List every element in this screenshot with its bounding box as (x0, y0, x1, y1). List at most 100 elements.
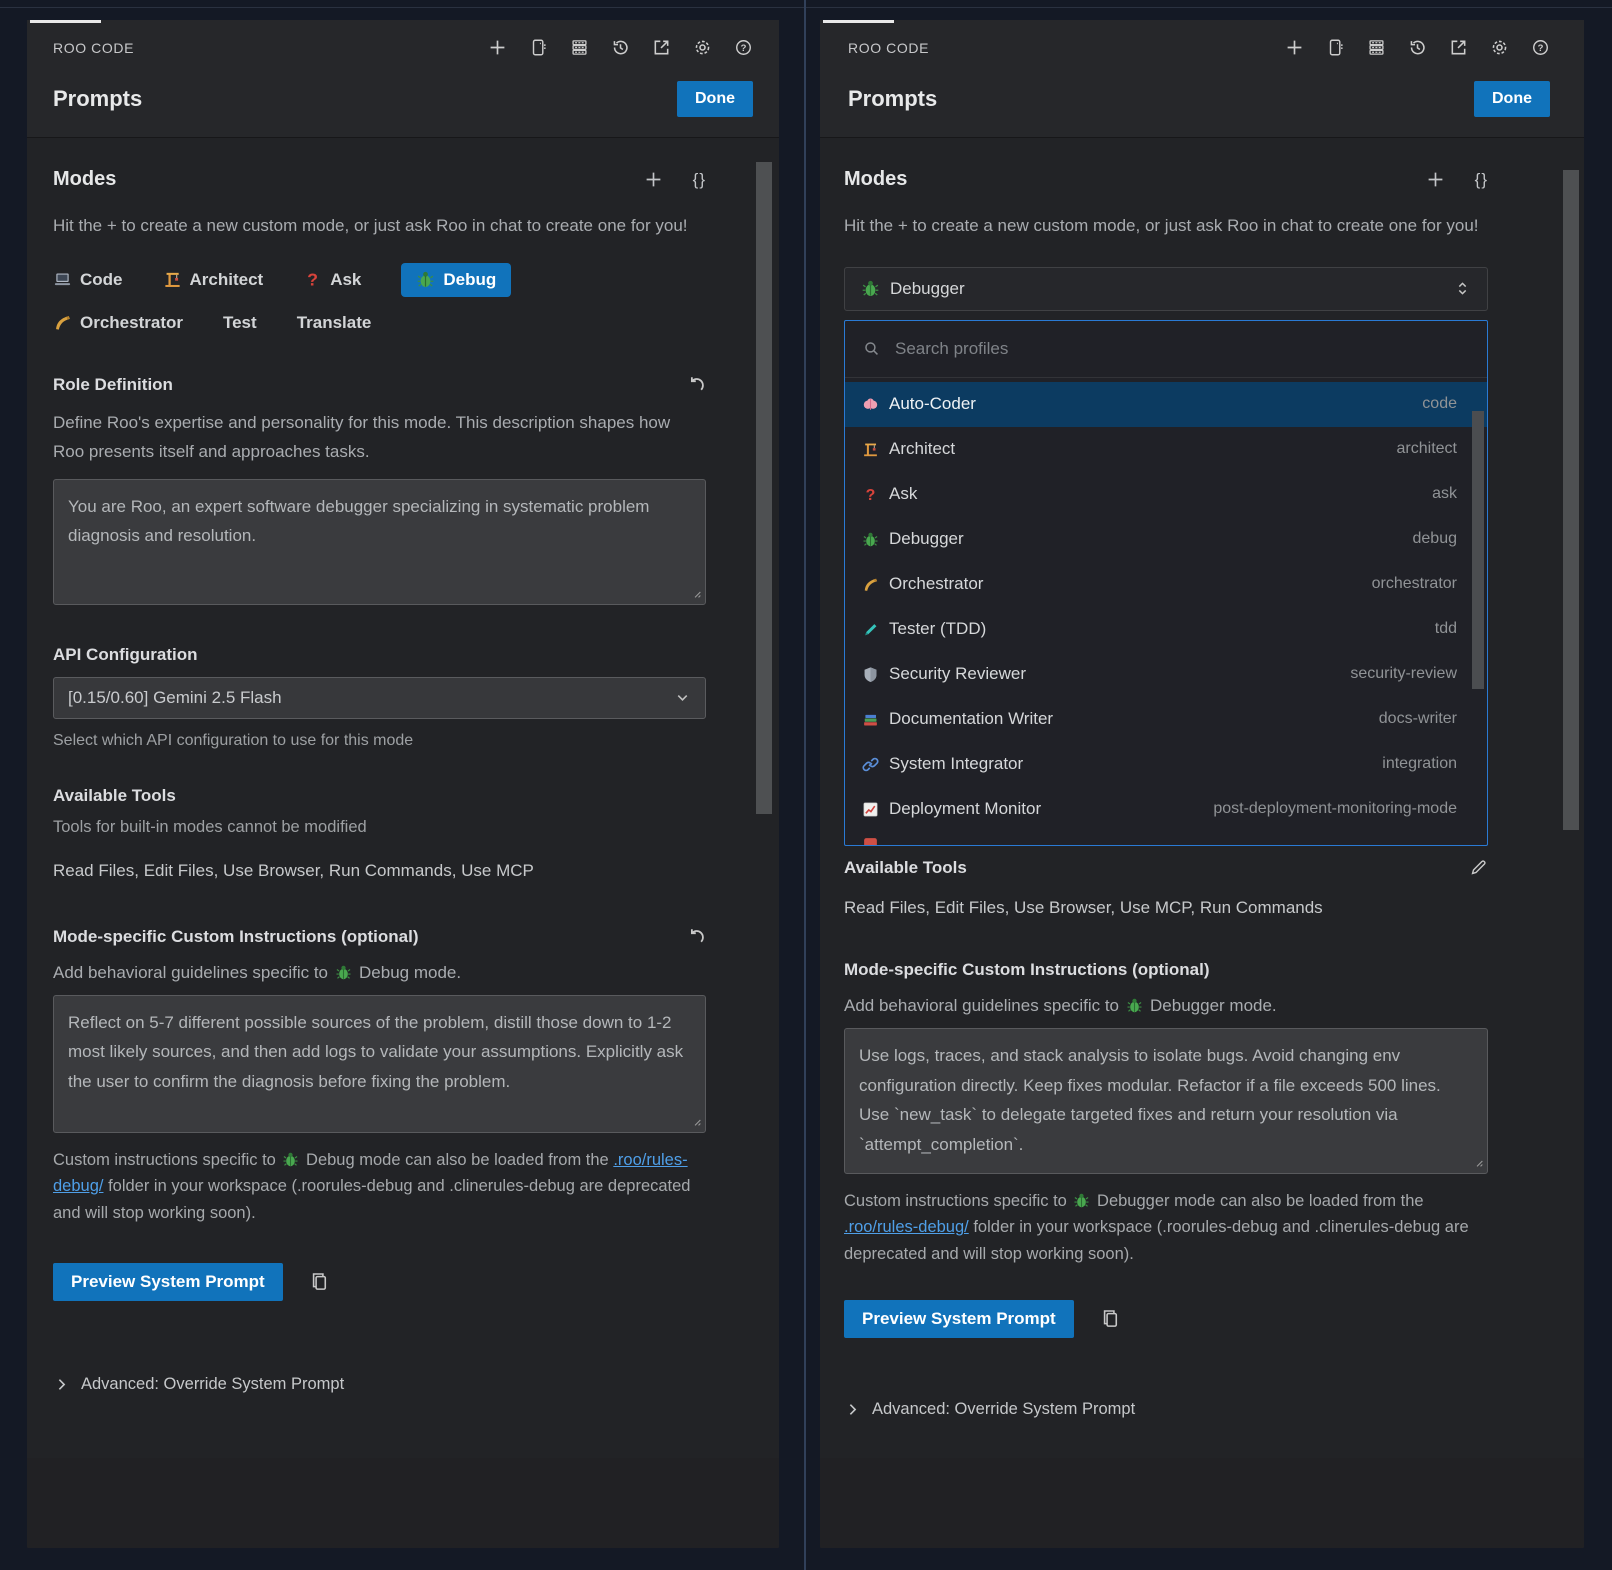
search-icon (863, 340, 880, 357)
beetle-icon (861, 279, 880, 298)
mode-chip-test[interactable]: Test (223, 313, 257, 333)
panel-scrollbar[interactable] (1563, 170, 1579, 830)
available-tools-note: Tools for built-in modes cannot be modif… (53, 818, 706, 837)
search-row (845, 321, 1487, 378)
help-icon[interactable] (734, 38, 753, 57)
custom-instructions-textarea[interactable]: Use logs, traces, and stack analysis to … (844, 1028, 1488, 1174)
mode-chip-ask[interactable]: Ask (303, 270, 361, 290)
mode-dropdown: Auto-Coder code Architect architect Ask … (844, 320, 1488, 846)
pen-icon (862, 621, 879, 638)
chart-icon (862, 801, 879, 818)
profile-row-orchestrator[interactable]: Orchestrator orchestrator (845, 562, 1487, 607)
api-configuration-select[interactable]: [0.15/0.60] Gemini 2.5 Flash (53, 677, 706, 719)
role-definition-textarea[interactable]: You are Roo, an expert software debugger… (53, 479, 706, 605)
laptop-icon (53, 270, 72, 289)
advanced-override-toggle[interactable]: Advanced: Override System Prompt (844, 1400, 1488, 1455)
profile-row-ask[interactable]: Ask ask (845, 472, 1487, 517)
profiles-list: Auto-Coder code Architect architect Ask … (845, 378, 1487, 845)
profile-label: Tester (TDD) (889, 619, 986, 639)
revert-icon[interactable] (687, 375, 706, 394)
link-icon (862, 756, 879, 773)
modes-description: Hit the + to create a new custom mode, o… (844, 211, 1488, 241)
profile-row-debugger[interactable]: Debugger debug (845, 517, 1487, 562)
roo-code-panel: ROO CODE Prompts Done Modes (820, 20, 1584, 1548)
mode-chip-code[interactable]: Code (53, 270, 123, 290)
done-button[interactable]: Done (1474, 81, 1550, 117)
beetle-icon (1126, 997, 1143, 1014)
profile-label: Security Reviewer (889, 664, 1026, 684)
api-configuration-heading: API Configuration (53, 645, 197, 665)
settings-gear-icon[interactable] (1490, 38, 1509, 57)
resize-grip-icon[interactable] (686, 583, 703, 600)
plus-icon[interactable] (1285, 38, 1304, 57)
dropdown-scrollbar[interactable] (1472, 411, 1484, 689)
chevron-right-icon (53, 1376, 70, 1393)
mode-chips: Code Architect Ask Debug Orchestrator Te… (53, 263, 706, 333)
profile-row-deployment-monitor[interactable]: Deployment Monitor post-deployment-monit… (845, 787, 1487, 832)
mode-chip-translate[interactable]: Translate (297, 313, 372, 333)
api-configuration-helper: Select which API configuration to use fo… (53, 732, 706, 750)
edit-pencil-icon[interactable] (1469, 858, 1488, 877)
advanced-override-label: Advanced: Override System Prompt (872, 1400, 1135, 1419)
question-icon (303, 270, 322, 289)
copy-icon[interactable] (309, 1271, 330, 1292)
profile-row-auto-coder[interactable]: Auto-Coder code (845, 382, 1487, 427)
history-icon[interactable] (1408, 38, 1427, 57)
profile-label: Deployment Monitor (889, 799, 1041, 819)
resize-grip-icon[interactable] (686, 1111, 703, 1128)
done-button[interactable]: Done (677, 81, 753, 117)
mode-select[interactable]: Debugger (844, 267, 1488, 311)
preview-system-prompt-button[interactable]: Preview System Prompt (53, 1263, 283, 1301)
crane-icon (862, 441, 879, 458)
mcp-server-icon[interactable] (1367, 38, 1386, 57)
history-icon[interactable] (611, 38, 630, 57)
search-profiles-input[interactable] (893, 338, 1469, 360)
plus-icon[interactable] (488, 38, 507, 57)
profile-label: Auto-Coder (889, 394, 976, 414)
notepad-icon[interactable] (1326, 38, 1345, 57)
mcp-server-icon[interactable] (570, 38, 589, 57)
custom-instructions-textarea[interactable]: Reflect on 5-7 different possible source… (53, 995, 706, 1133)
resize-grip-icon[interactable] (1468, 1152, 1485, 1169)
add-mode-plus-icon[interactable] (1426, 170, 1445, 189)
available-tools-heading: Available Tools (53, 786, 176, 806)
mode-chip-debug[interactable]: Debug (401, 263, 511, 297)
rules-folder-link[interactable]: .roo/rules-debug/ (844, 1218, 969, 1236)
mode-chip-architect[interactable]: Architect (163, 270, 264, 290)
profile-row-partial[interactable] (845, 832, 1487, 845)
profile-label: Ask (889, 484, 917, 504)
profile-row-documentation-writer[interactable]: Documentation Writer docs-writer (845, 697, 1487, 742)
profile-row-architect[interactable]: Architect architect (845, 427, 1487, 472)
edit-modes-config-icon[interactable]: {} (1475, 170, 1488, 190)
beetle-icon (416, 270, 435, 289)
profile-slug: post-deployment-monitoring-mode (1213, 800, 1457, 818)
mode-chip-orchestrator[interactable]: Orchestrator (53, 313, 183, 333)
page-title: Prompts (53, 86, 142, 112)
copy-icon[interactable] (1100, 1308, 1121, 1329)
page-title: Prompts (848, 86, 937, 112)
chevron-down-icon (674, 689, 691, 706)
profile-slug: docs-writer (1379, 710, 1457, 728)
open-in-editor-icon[interactable] (1449, 38, 1468, 57)
profile-row-tester-tdd[interactable]: Tester (TDD) tdd (845, 607, 1487, 652)
edit-modes-config-icon[interactable]: {} (693, 170, 706, 190)
settings-gear-icon[interactable] (693, 38, 712, 57)
advanced-override-toggle[interactable]: Advanced: Override System Prompt (53, 1375, 706, 1434)
custom-instructions-heading: Mode-specific Custom Instructions (optio… (844, 960, 1210, 980)
help-icon[interactable] (1531, 38, 1550, 57)
app-title: ROO CODE (53, 40, 134, 56)
preview-system-prompt-button[interactable]: Preview System Prompt (844, 1300, 1074, 1338)
profile-row-system-integrator[interactable]: System Integrator integration (845, 742, 1487, 787)
active-tab-indicator (823, 20, 894, 23)
api-configuration-value: [0.15/0.60] Gemini 2.5 Flash (68, 688, 282, 708)
panel-scrollbar[interactable] (756, 162, 772, 814)
notepad-icon[interactable] (529, 38, 548, 57)
custom-instructions-description: Add behavioral guidelines specific to De… (53, 963, 706, 983)
open-in-editor-icon[interactable] (652, 38, 671, 57)
profile-row-security-reviewer[interactable]: Security Reviewer security-review (845, 652, 1487, 697)
custom-instructions-note: Custom instructions specific to Debugger… (844, 1188, 1488, 1268)
add-mode-plus-icon[interactable] (644, 170, 663, 189)
revert-icon[interactable] (687, 927, 706, 946)
profile-label: Documentation Writer (889, 709, 1053, 729)
mode-select-value: Debugger (890, 279, 965, 299)
